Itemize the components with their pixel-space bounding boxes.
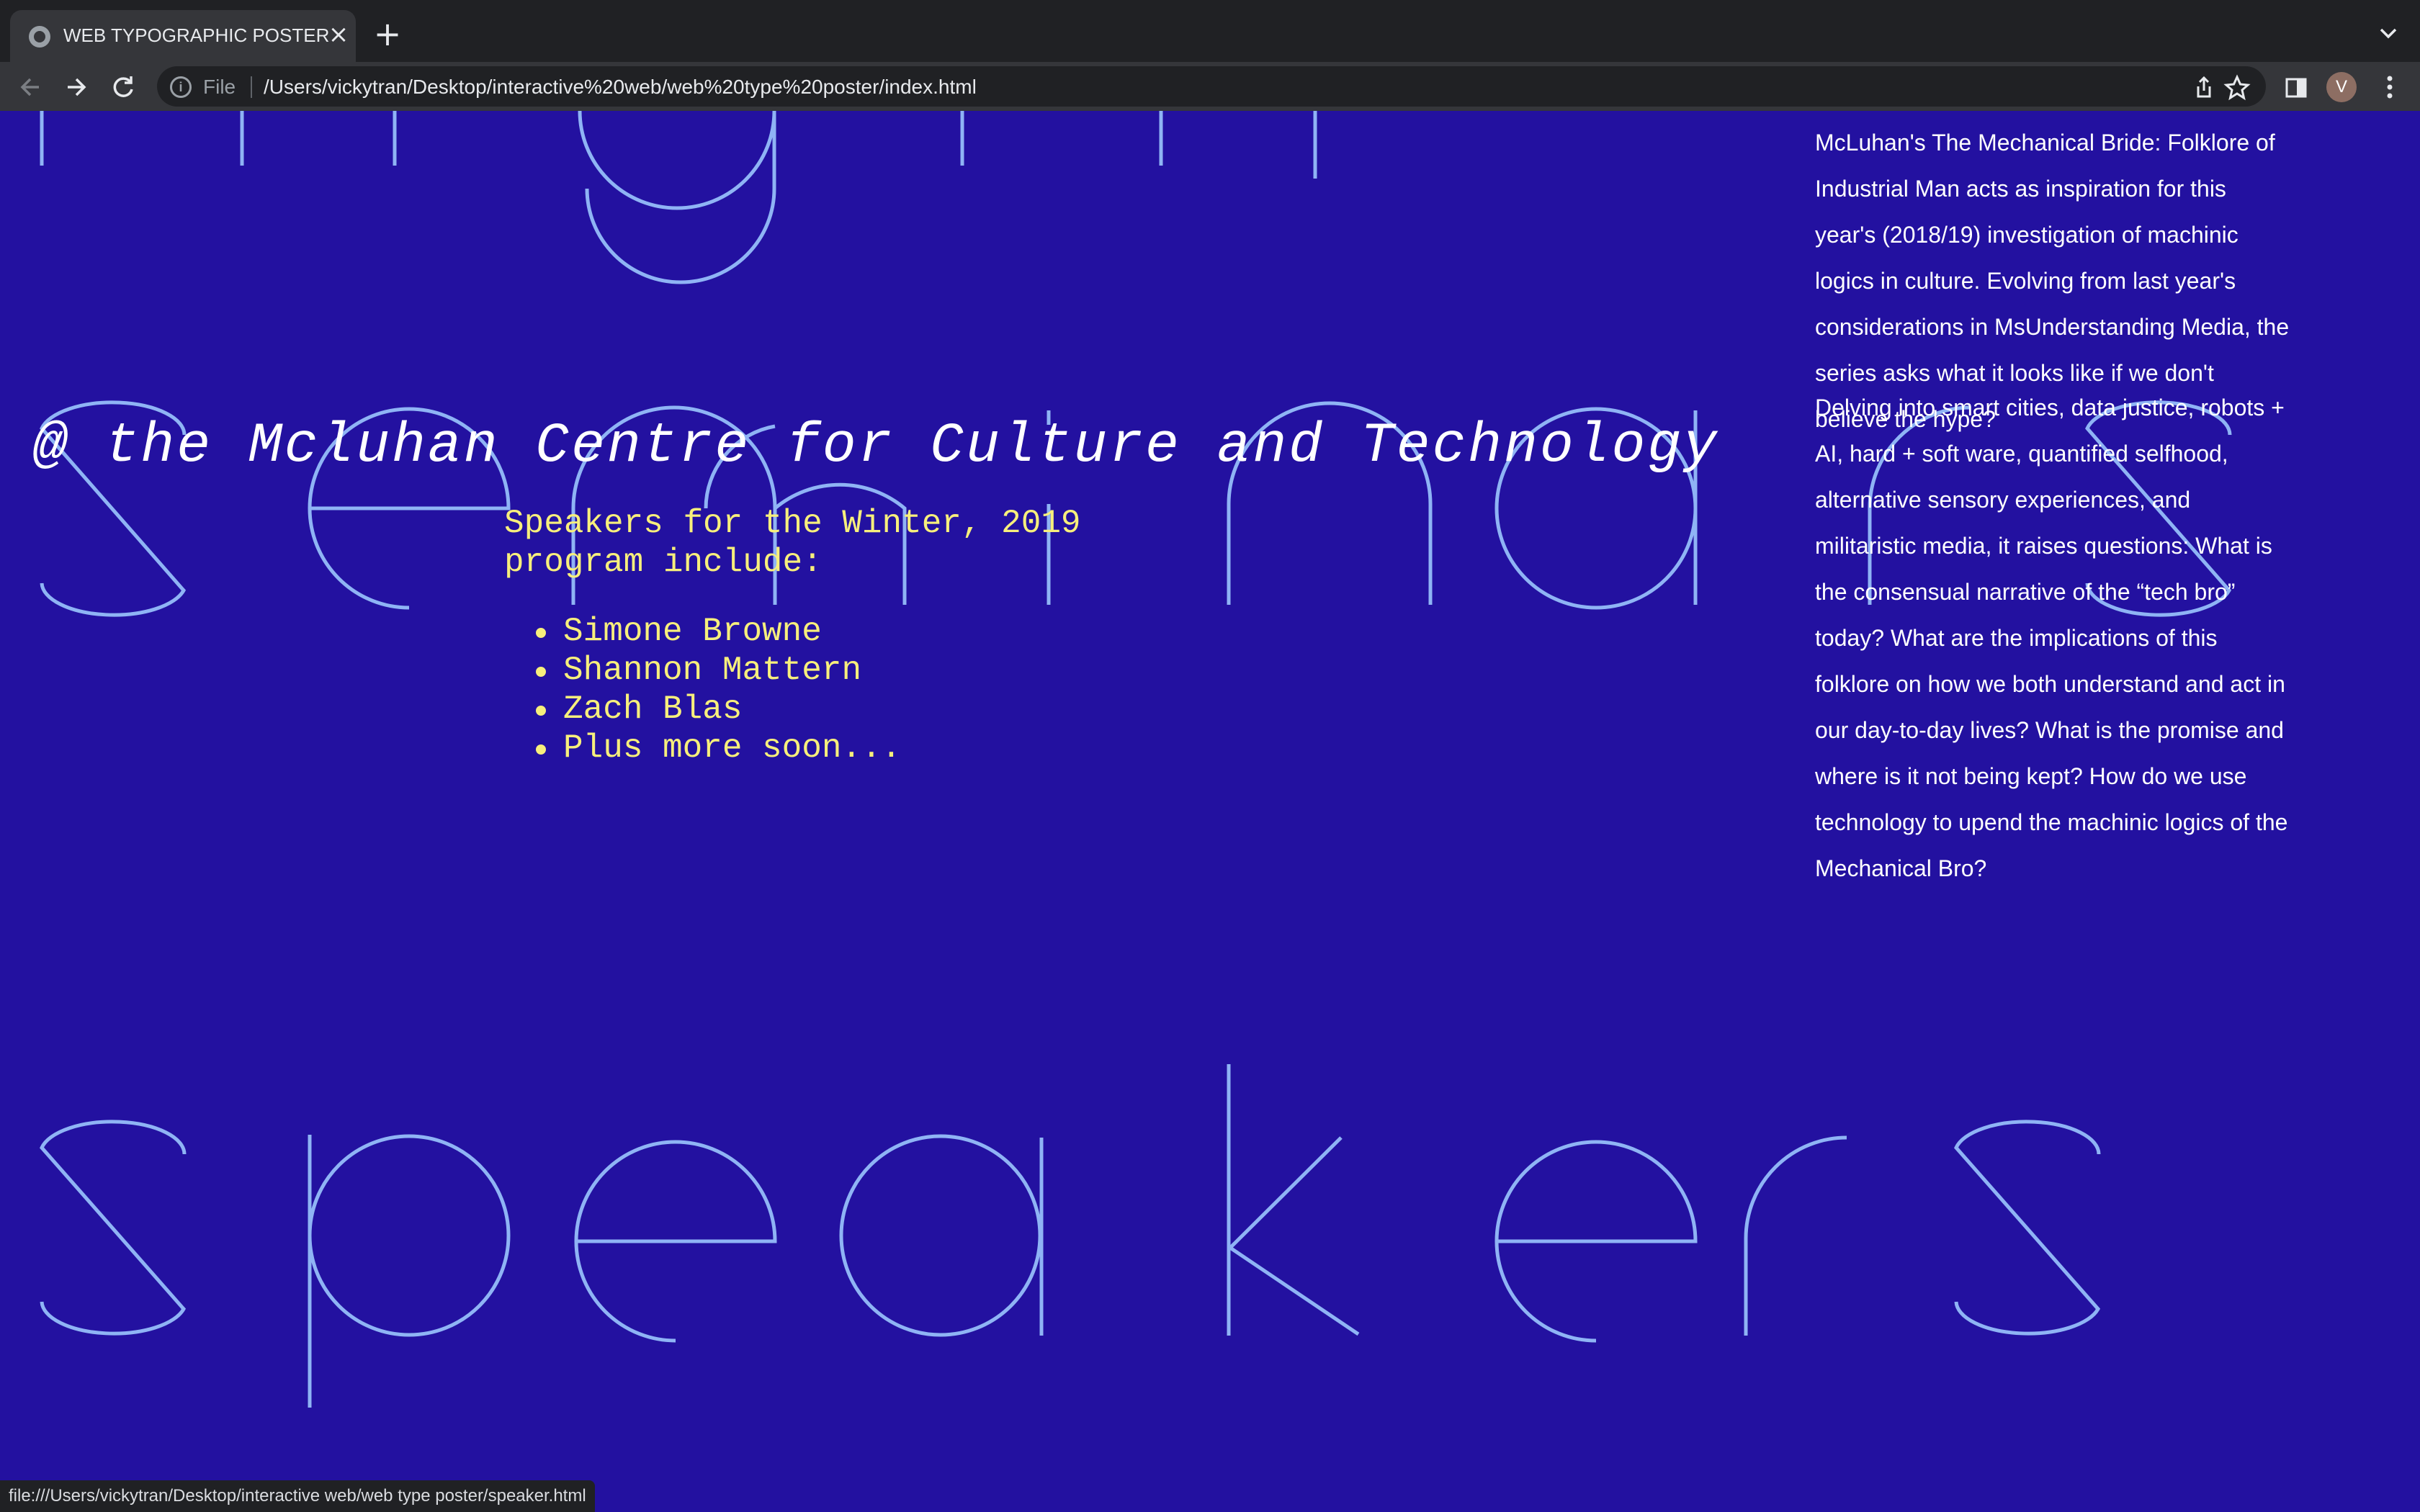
close-tab-icon[interactable]: × <box>326 20 351 49</box>
info-icon[interactable]: i <box>170 76 192 98</box>
reload-icon[interactable] <box>107 71 141 104</box>
venue-heading: @ the Mcluhan Centre for Culture and Tec… <box>33 415 1719 478</box>
speaker-item: Plus more soon... <box>533 729 901 768</box>
share-icon[interactable] <box>2188 72 2220 104</box>
speakers-intro: Speakers for the Winter, 2019 program in… <box>504 505 1081 581</box>
chevron-down-icon[interactable] <box>2374 19 2403 48</box>
speaker-item: Simone Browne <box>533 612 901 651</box>
back-arrow-icon[interactable] <box>13 71 48 104</box>
globe-icon <box>29 26 50 48</box>
series-questions: Delving into smart cities, data justice,… <box>1815 395 2288 881</box>
speakers-list: Simone Browne Shannon Mattern Zach Blas … <box>533 612 901 768</box>
address-divider <box>251 76 252 98</box>
avatar[interactable]: V <box>2326 72 2357 102</box>
speaker-item: Shannon Mattern <box>533 651 901 690</box>
display-word-speakers <box>40 1064 2101 1408</box>
tab-title: WEB TYPOGRAPHIC POSTER <box>63 24 330 46</box>
browser-tab[interactable]: WEB TYPOGRAPHIC POSTER × <box>10 10 356 62</box>
more-menu-icon[interactable] <box>2377 71 2403 104</box>
url-text[interactable]: /Users/vickytran/Desktop/interactive%20w… <box>264 76 977 99</box>
speaker-item: Zach Blas <box>533 690 901 729</box>
address-bar[interactable]: i File /Users/vickytran/Desktop/interact… <box>157 66 2266 107</box>
scrolled-word-remnant <box>40 111 1317 284</box>
tab-bar: WEB TYPOGRAPHIC POSTER × + <box>0 0 2420 62</box>
file-scheme-label: File <box>203 76 236 98</box>
forward-arrow-icon[interactable] <box>59 71 94 104</box>
side-panel-icon[interactable] <box>2280 72 2312 104</box>
link-status-bar: file:///Users/vickytran/Desktop/interact… <box>0 1480 595 1512</box>
bookmark-star-icon[interactable] <box>2221 72 2253 104</box>
new-tab-button[interactable]: + <box>370 17 405 52</box>
